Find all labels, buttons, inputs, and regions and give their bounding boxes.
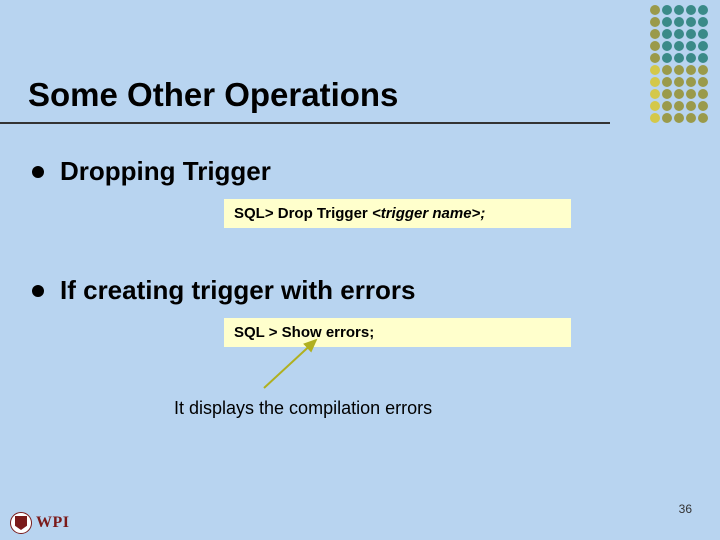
decorative-dot-grid [650, 5, 708, 123]
code-prefix: SQL> Drop Trigger [234, 205, 372, 222]
code-arg: <trigger name>; [372, 205, 485, 222]
bullet-icon [32, 166, 44, 178]
code-box-show-errors: SQL > Show errors; [224, 318, 571, 347]
logo-text: WPI [36, 514, 70, 532]
code-prefix: SQL > Show errors [234, 324, 369, 341]
bullet-item-2: If creating trigger with errors [32, 275, 415, 306]
bullet-text: If creating trigger with errors [60, 275, 415, 306]
page-number: 36 [679, 502, 692, 516]
title-underline [0, 122, 610, 124]
bullet-item-1: Dropping Trigger [32, 156, 271, 187]
logo-seal-icon [10, 512, 32, 534]
code-box-drop-trigger: SQL> Drop Trigger <trigger name>; [224, 199, 571, 228]
wpi-logo: WPI [10, 512, 70, 534]
bullet-text: Dropping Trigger [60, 156, 271, 187]
note-text: It displays the compilation errors [174, 398, 432, 419]
code-arg: ; [369, 324, 374, 341]
slide: Some Other Operations Dropping Trigger S… [0, 0, 720, 540]
slide-title: Some Other Operations [28, 76, 398, 114]
bullet-icon [32, 285, 44, 297]
